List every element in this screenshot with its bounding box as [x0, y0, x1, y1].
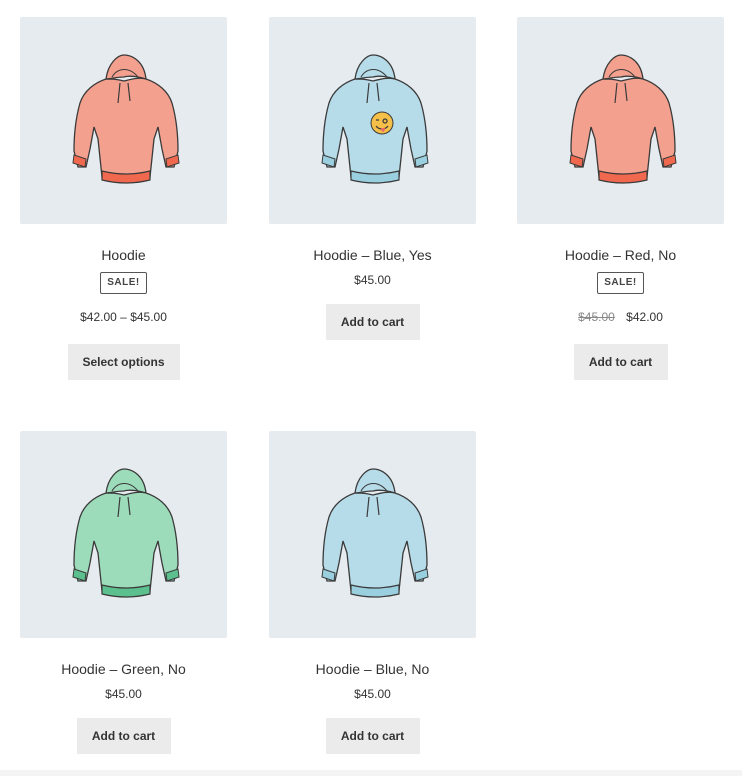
price-from: $42.00: [80, 310, 117, 324]
add-to-cart-button[interactable]: Add to cart: [325, 718, 420, 754]
hoodie-red-icon: [569, 54, 677, 184]
product-title[interactable]: Hoodie – Green, No: [20, 660, 227, 678]
product-image-link[interactable]: [20, 17, 227, 224]
product-title[interactable]: Hoodie: [20, 246, 227, 264]
add-to-cart-button[interactable]: Add to cart: [573, 344, 668, 380]
product-title[interactable]: Hoodie – Blue, No: [269, 660, 476, 678]
product-image-link[interactable]: [20, 431, 227, 638]
regular-price: $45.00: [578, 310, 615, 324]
product-image-link[interactable]: [269, 431, 476, 638]
product-price: $45.00 $42.00: [517, 309, 724, 325]
hoodie-blue-emoji-icon: [321, 54, 429, 184]
hoodie-red-icon: [72, 54, 180, 184]
price-range: $42.00 – $45.00: [20, 309, 227, 325]
sale-badge: SALE!: [100, 272, 147, 294]
product-title[interactable]: Hoodie – Red, No: [517, 246, 724, 264]
sale-price: $42.00: [626, 310, 663, 324]
product-price: $45.00: [354, 273, 391, 287]
add-to-cart-button[interactable]: Add to cart: [76, 718, 171, 754]
add-to-cart-button[interactable]: Add to cart: [325, 304, 420, 340]
product-image-link[interactable]: [517, 17, 724, 224]
page-footer-edge: [0, 770, 742, 776]
price-separator: –: [120, 310, 127, 324]
product-card: Hoodie – Red, No SALE! $45.00 $42.00 Add…: [517, 17, 724, 380]
product-card: Hoodie SALE! $42.00 – $45.00 Select opti…: [20, 17, 227, 380]
product-card: Hoodie – Blue, Yes $45.00 Add to cart: [269, 17, 476, 340]
product-card: Hoodie – Green, No $45.00 Add to cart: [20, 431, 227, 754]
product-card: Hoodie – Blue, No $45.00 Add to cart: [269, 431, 476, 754]
sale-badge: SALE!: [597, 272, 644, 294]
product-price: $45.00: [354, 687, 391, 701]
product-grid: Hoodie SALE! $42.00 – $45.00 Select opti…: [0, 0, 742, 776]
price-to: $45.00: [130, 310, 167, 324]
hoodie-blue-icon: [321, 468, 429, 598]
hoodie-green-icon: [72, 468, 180, 598]
product-title[interactable]: Hoodie – Blue, Yes: [269, 246, 476, 264]
product-price: $45.00: [105, 687, 142, 701]
product-image-link[interactable]: [269, 17, 476, 224]
select-options-button[interactable]: Select options: [67, 344, 180, 380]
